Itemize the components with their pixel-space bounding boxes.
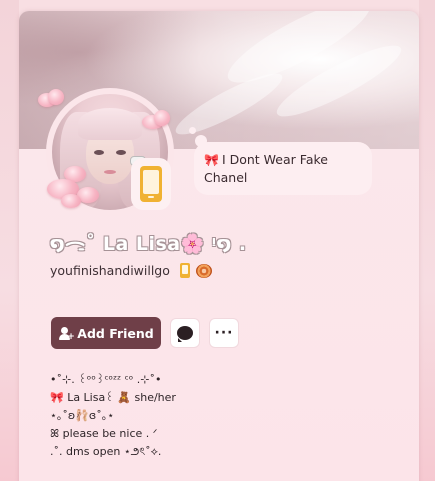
bio: •˚⊹. ꒰ᵒᵒ꒱ᶜᵒᶻᶻ ᶜᵒ .⊹˚• 🎀 La Lisa꒰ 🧸 she/h…: [50, 371, 410, 461]
chat-bubble-icon: [177, 326, 193, 342]
profile-card: 🎀 I Dont Wear Fake Chanel ໑ᯏ˚ 𝗟𝗮 𝗟𝗶𝘀𝗮🌸 ᵎ໑…: [19, 11, 419, 481]
more-button[interactable]: ···: [209, 318, 239, 348]
custom-status-text: I Dont Wear Fake Chanel: [204, 152, 328, 185]
add-friend-button[interactable]: + Add Friend: [51, 317, 161, 349]
more-dots-icon: ···: [214, 325, 234, 341]
status-bubble-tail: [189, 127, 196, 134]
bio-line: 🎀 La Lisa꒰ 🧸 she/her: [50, 391, 176, 404]
mobile-status-badge: [131, 158, 171, 210]
avatar-lips: [104, 170, 116, 174]
add-friend-label: Add Friend: [77, 325, 154, 341]
avatar-eye: [94, 150, 104, 155]
snail-icon[interactable]: [195, 263, 212, 278]
page-background-right: [419, 0, 435, 481]
page-background-left: [0, 0, 19, 481]
avatar-bangs: [78, 108, 142, 140]
bio-line: ⋆｡˚ʚ🩰ɞ˚｡⋆: [50, 409, 115, 422]
bio-line: •˚⊹. ꒰ᵒᵒ꒱ᶜᵒᶻᶻ ᶜᵒ .⊹˚•: [50, 373, 162, 386]
phone-icon: [140, 166, 162, 202]
phone-icon[interactable]: [179, 263, 190, 278]
cloud-decoration-icon: [48, 89, 64, 105]
cloud-decoration-icon: [61, 194, 81, 208]
message-button[interactable]: [170, 318, 200, 348]
display-name: ໑ᯏ˚ 𝗟𝗮 𝗟𝗶𝘀𝗮🌸 ᵎ໑ .: [50, 233, 247, 255]
avatar-eye: [116, 150, 126, 155]
username-row: youfinishandiwillgo: [50, 263, 212, 278]
bio-line: .˚. dms open ⋆౨ৎ˚⟡.: [50, 445, 162, 458]
cloud-decoration-icon: [154, 110, 170, 126]
bow-icon: 🎀: [204, 153, 219, 167]
custom-status[interactable]: 🎀 I Dont Wear Fake Chanel: [194, 142, 372, 195]
bio-line: ꕤ please be nice . ᐟ: [50, 427, 158, 440]
username[interactable]: youfinishandiwillgo: [50, 263, 170, 278]
add-user-icon: +: [58, 326, 75, 341]
